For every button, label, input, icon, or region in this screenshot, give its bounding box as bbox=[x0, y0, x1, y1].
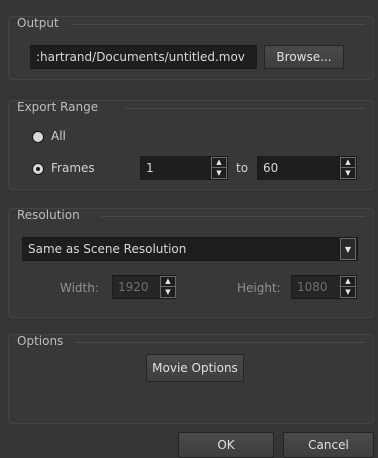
height-spinner[interactable]: ▲ ▼ bbox=[340, 276, 356, 298]
export-range-group-title: Export Range bbox=[17, 100, 99, 114]
from-frame-spinner[interactable]: ▲ ▼ bbox=[211, 157, 227, 179]
width-label: Width: bbox=[60, 281, 99, 295]
movie-options-button[interactable]: Movie Options bbox=[146, 354, 244, 382]
resolution-group-title: Resolution bbox=[17, 208, 80, 222]
to-frame-spinner[interactable]: ▲ ▼ bbox=[340, 157, 356, 179]
resolution-selected-value: Same as Scene Resolution bbox=[28, 242, 187, 256]
spin-down-icon[interactable]: ▼ bbox=[341, 287, 355, 297]
frames-radio[interactable] bbox=[32, 163, 44, 175]
spin-up-icon[interactable]: ▲ bbox=[212, 158, 226, 168]
output-path-field[interactable]: :hartrand/Documents/untitled.mov bbox=[30, 45, 257, 69]
browse-button[interactable]: Browse... bbox=[264, 45, 344, 69]
spin-down-icon[interactable]: ▼ bbox=[341, 168, 355, 178]
all-radio[interactable] bbox=[32, 131, 44, 143]
all-label: All bbox=[51, 129, 66, 143]
spin-down-icon[interactable]: ▼ bbox=[161, 287, 175, 297]
ok-button[interactable]: OK bbox=[178, 432, 274, 458]
dropdown-arrow-button[interactable]: ▼ bbox=[340, 238, 356, 260]
output-group: Output :hartrand/Documents/untitled.mov … bbox=[8, 16, 374, 80]
cancel-button[interactable]: Cancel bbox=[283, 432, 374, 458]
options-group: Options Movie Options bbox=[8, 334, 374, 424]
spin-down-icon[interactable]: ▼ bbox=[212, 168, 226, 178]
to-label: to bbox=[236, 161, 249, 175]
height-label: Height: bbox=[237, 281, 281, 295]
export-range-group: Export Range All Frames 1 ▲ ▼ to 60 ▲ ▼ bbox=[8, 100, 374, 190]
frames-label: Frames bbox=[51, 161, 95, 175]
resolution-group: Resolution Same as Scene Resolution ▼ Wi… bbox=[8, 208, 374, 318]
width-spinner[interactable]: ▲ ▼ bbox=[160, 276, 176, 298]
output-group-title: Output bbox=[17, 16, 59, 30]
options-group-title: Options bbox=[17, 334, 64, 348]
spin-up-icon[interactable]: ▲ bbox=[341, 158, 355, 168]
chevron-down-icon: ▼ bbox=[344, 244, 352, 254]
resolution-dropdown[interactable]: Same as Scene Resolution bbox=[22, 237, 358, 261]
spin-up-icon[interactable]: ▲ bbox=[161, 277, 175, 287]
spin-up-icon[interactable]: ▲ bbox=[341, 277, 355, 287]
